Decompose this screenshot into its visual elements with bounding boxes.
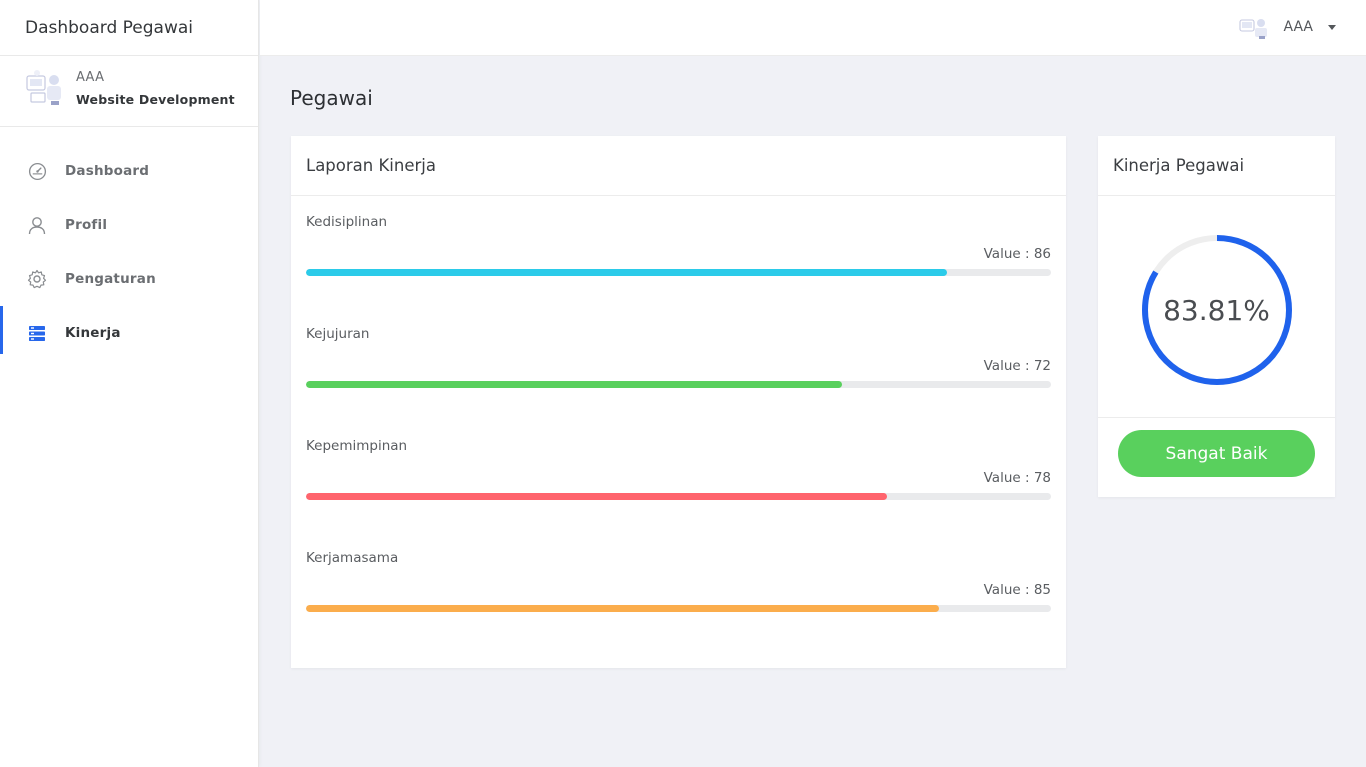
metric-value: Value : 85: [983, 582, 1051, 598]
sidebar-user-role: Website Development: [76, 92, 235, 107]
metric-row: Kepemimpinan Value : 78: [306, 420, 1051, 532]
gauge-percent: 83.81%: [1163, 294, 1270, 327]
progress-bar: [306, 381, 1051, 388]
caret-down-icon: [1328, 24, 1336, 30]
page-title: Pegawai: [290, 86, 373, 110]
gear-icon: [27, 269, 47, 289]
metric-row: Kedisiplinan Value : 86: [306, 196, 1051, 308]
sidebar-user-name: AAA: [76, 70, 105, 85]
sidebar-user-panel: AAA Website Development: [0, 56, 258, 127]
metric-value: Value : 78: [983, 470, 1051, 486]
performance-report-card: Laporan Kinerja Kedisiplinan Value : 86 …: [291, 136, 1066, 668]
server-list-icon: [27, 323, 47, 343]
progress-fill: [306, 493, 888, 500]
sidebar-item-profil[interactable]: Profil: [0, 198, 258, 252]
metric-label: Kepemimpinan: [306, 438, 408, 454]
sidebar-item-label: Profil: [65, 217, 108, 233]
sidebar-item-label: Dashboard: [65, 163, 150, 179]
sidebar-nav: Dashboard Profil Pengaturan Kinerja: [0, 144, 258, 360]
progress-fill: [306, 605, 940, 612]
sidebar-item-dashboard[interactable]: Dashboard: [0, 144, 258, 198]
card-title: Laporan Kinerja: [291, 136, 1066, 196]
performance-gauge: 83.81%: [1098, 196, 1335, 418]
progress-bar: [306, 605, 1051, 612]
user-icon: [27, 215, 47, 235]
progress-fill: [306, 381, 843, 388]
topbar: AAA: [260, 0, 1366, 56]
metric-label: Kerjamasama: [306, 550, 399, 566]
progress-bar: [306, 493, 1051, 500]
topbar-user-name: AAA: [1283, 19, 1313, 35]
avatar[interactable]: [25, 68, 65, 108]
employee-performance-card: Kinerja Pegawai 83.81% Sangat Baik: [1098, 136, 1335, 497]
avatar: [1239, 19, 1268, 39]
card-title: Kinerja Pegawai: [1098, 136, 1335, 196]
metric-label: Kedisiplinan: [306, 214, 388, 230]
sidebar-item-label: Kinerja: [65, 325, 121, 341]
sidebar-item-label: Pengaturan: [65, 271, 156, 287]
sidebar-item-kinerja[interactable]: Kinerja: [0, 306, 258, 360]
user-menu-toggle[interactable]: AAA: [1238, 14, 1336, 40]
metric-row: Kejujuran Value : 72: [306, 308, 1051, 420]
progress-fill: [306, 269, 947, 276]
sidebar: Dashboard Pegawai AAA Website Developmen…: [0, 0, 259, 767]
metric-value: Value : 72: [983, 358, 1051, 374]
dashboard-gauge-icon: [27, 161, 47, 181]
sidebar-item-pengaturan[interactable]: Pengaturan: [0, 252, 258, 306]
metric-row: Kerjamasama Value : 85: [306, 532, 1051, 644]
metric-value: Value : 86: [983, 246, 1051, 262]
status-badge[interactable]: Sangat Baik: [1118, 430, 1315, 477]
progress-bar: [306, 269, 1051, 276]
brand-title[interactable]: Dashboard Pegawai: [0, 0, 258, 56]
metric-label: Kejujuran: [306, 326, 370, 342]
